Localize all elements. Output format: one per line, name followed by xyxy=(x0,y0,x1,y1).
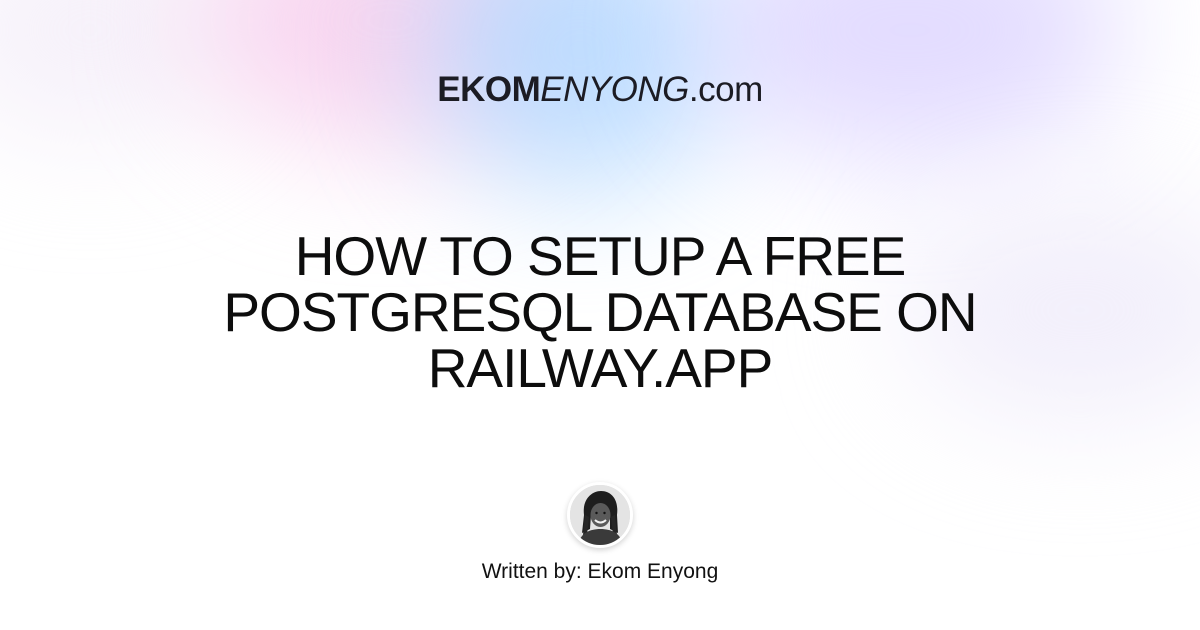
author-byline: Written by: Ekom Enyong xyxy=(481,560,719,583)
logo-italic-part: ENYONG xyxy=(540,70,689,109)
title-line-3: RAILWAY.APP xyxy=(427,337,774,400)
author-avatar xyxy=(567,482,633,548)
site-logo: EKOMENYONG.com xyxy=(0,70,1200,110)
article-title: HOW TO SETUP A FREE POSTGRESQL DATABASE … xyxy=(100,228,1100,396)
logo-bold-part: EKOM xyxy=(437,70,541,109)
author-portrait-icon xyxy=(570,485,630,545)
title-line-1: HOW TO SETUP A FREE xyxy=(294,225,907,287)
title-line-2: POSTGRESQL DATABASE ON xyxy=(223,281,977,344)
logo-domain-part: .com xyxy=(688,70,763,109)
share-card: EKOMENYONG.com HOW TO SETUP A FREE POSTG… xyxy=(0,0,1200,630)
